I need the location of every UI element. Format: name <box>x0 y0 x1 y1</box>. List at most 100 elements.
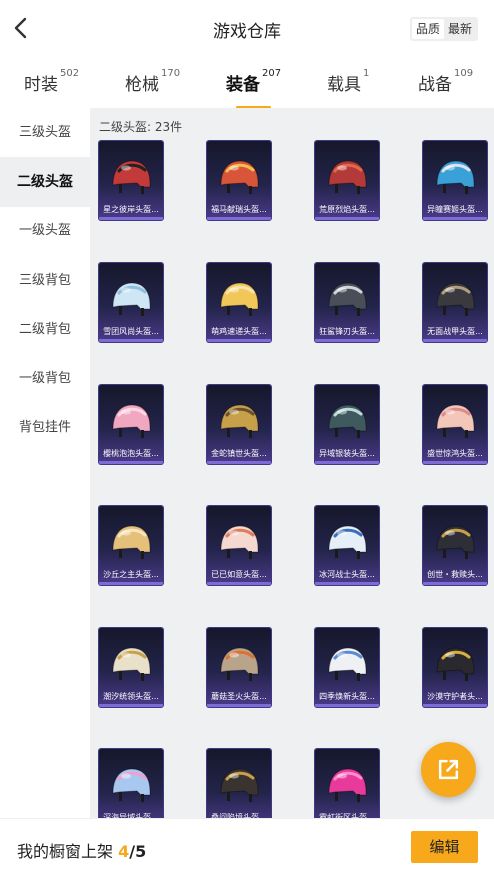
helmet-item-card[interactable]: 沙漠守护者头... <box>423 628 487 707</box>
helmet-item-name: 无面战甲头盔... <box>427 327 483 336</box>
top-bar: 游戏仓库 品质 最新 <box>0 0 494 58</box>
helmet-icon <box>112 282 151 316</box>
edit-button[interactable]: 编辑 <box>411 831 478 863</box>
helmet-icon <box>436 160 475 194</box>
bottom-bar: 我的橱窗上架 4/5 编辑 <box>0 818 494 875</box>
helmet-item-card[interactable]: 桑问陷境头盔... <box>207 749 271 818</box>
sort-option-quality[interactable]: 品质 <box>411 19 444 39</box>
helmet-item-card[interactable]: 深海异域头盔... <box>99 749 163 818</box>
tab-count: 502 <box>60 68 80 79</box>
helmet-icon <box>436 282 475 316</box>
tab-combat-gear[interactable]: 战备109 <box>418 68 474 95</box>
sidebar-item-level3-helmet[interactable]: 三级头盔 <box>0 108 90 158</box>
sort-option-latest[interactable]: 最新 <box>444 19 476 39</box>
helmet-item-name: 已已如意头盔... <box>211 570 267 579</box>
helmet-item-name: 萌鸡速递头盔... <box>211 327 267 336</box>
sidebar-item-level2-helmet[interactable]: 二级头盔 <box>0 157 90 207</box>
helmet-item-name: 冰河战士头盔... <box>319 570 375 579</box>
sidebar-item-level3-backpack[interactable]: 三级背包 <box>0 256 90 306</box>
helmet-item-card[interactable]: 潮汐统领头盔... <box>99 628 163 707</box>
showcase-max: 5 <box>135 842 147 861</box>
helmet-item-name: 异瞳赛姬头盔... <box>427 205 483 214</box>
helmet-icon <box>436 647 475 681</box>
tab-count: 1 <box>363 68 370 79</box>
helmet-icon <box>328 647 367 681</box>
helmet-item-card[interactable]: 雪团风尚头盔... <box>99 263 163 342</box>
helmet-item-card[interactable]: 异瞳赛姬头盔... <box>423 141 487 220</box>
helmet-item-card[interactable]: 星之彼岸头盔... <box>99 141 163 220</box>
helmet-icon <box>112 404 151 438</box>
helmet-item-card[interactable]: 金蛇镇世头盔... <box>207 385 271 464</box>
sidebar-item-backpack-charm[interactable]: 背包挂件 <box>0 403 90 453</box>
helmet-icon <box>328 404 367 438</box>
helmet-item-card[interactable]: 四季焕新头盔... <box>315 628 379 707</box>
helmet-item-name: 潮汐统领头盔... <box>103 692 159 701</box>
showcase-label: 我的橱窗上架 <box>17 842 114 861</box>
helmet-icon <box>220 404 259 438</box>
helmet-item-card[interactable]: 蘑菇圣火头盔... <box>207 628 271 707</box>
tab-equipment[interactable]: 装备207 <box>226 68 282 109</box>
item-grid-panel: 二级头盔: 23件 星之彼岸头盔... 福马献瑞头盔... 荒原烈焰头盔... 异瞳赛… <box>90 108 494 818</box>
helmet-item-card[interactable]: 樱桃泡泡头盔... <box>99 385 163 464</box>
helmet-icon <box>220 525 259 559</box>
share-icon <box>438 759 459 780</box>
helmet-item-card[interactable]: 福马献瑞头盔... <box>207 141 271 220</box>
helmet-item-card[interactable]: 盛世惊鸿头盔... <box>423 385 487 464</box>
helmet-icon <box>112 768 151 802</box>
sort-toggle: 品质 最新 <box>409 17 478 41</box>
helmet-item-name: 星之彼岸头盔... <box>103 205 159 214</box>
helmet-item-name: 荒原烈焰头盔... <box>319 205 375 214</box>
helmet-icon <box>328 525 367 559</box>
helmet-item-card[interactable]: 狂鲨锋刃头盔... <box>315 263 379 342</box>
helmet-item-card[interactable]: 已已如意头盔... <box>207 506 271 585</box>
helmet-item-name: 创世・救赎头... <box>427 570 483 579</box>
helmet-item-card[interactable]: 异域银装头盔... <box>315 385 379 464</box>
tab-count: 109 <box>454 68 474 79</box>
tab-label: 载具 <box>327 75 361 95</box>
section-title: 二级头盔: 23件 <box>99 120 183 134</box>
helmet-icon <box>328 160 367 194</box>
helmet-item-name: 雪团风尚头盔... <box>103 327 159 336</box>
helmet-item-name: 福马献瑞头盔... <box>211 205 267 214</box>
helmet-item-name: 沙丘之主头盔... <box>103 570 159 579</box>
helmet-item-card[interactable]: 荒原烈焰头盔... <box>315 141 379 220</box>
category-tabs: 时装502 枪械170 装备207 载具1 战备109 <box>0 58 494 109</box>
tab-count: 207 <box>262 68 282 79</box>
helmet-item-card[interactable]: 萌鸡速递头盔... <box>207 263 271 342</box>
tab-vehicles[interactable]: 载具1 <box>327 68 370 95</box>
helmet-item-name: 樱桃泡泡头盔... <box>103 449 159 458</box>
helmet-icon <box>112 525 151 559</box>
helmet-item-name: 金蛇镇世头盔... <box>211 449 267 458</box>
helmet-item-card[interactable]: 创世・救赎头... <box>423 506 487 585</box>
sidebar-item-level1-helmet[interactable]: 一级头盔 <box>0 206 90 256</box>
sub-category-sidebar: 三级头盔 二级头盔 一级头盔 三级背包 二级背包 一级背包 背包挂件 <box>0 108 90 818</box>
tab-fashion[interactable]: 时装502 <box>24 68 80 95</box>
tab-label: 枪械 <box>125 75 159 95</box>
sidebar-item-level2-backpack[interactable]: 二级背包 <box>0 305 90 355</box>
share-button[interactable] <box>421 742 476 797</box>
helmet-icon <box>436 525 475 559</box>
helmet-item-name: 盛世惊鸿头盔... <box>427 449 483 458</box>
helmet-item-name: 四季焕新头盔... <box>319 692 375 701</box>
tab-label: 装备 <box>226 75 260 95</box>
helmet-item-card[interactable]: 无面战甲头盔... <box>423 263 487 342</box>
helmet-item-name: 狂鲨锋刃头盔... <box>319 327 375 336</box>
sidebar-item-level1-backpack[interactable]: 一级背包 <box>0 354 90 404</box>
tab-weapons[interactable]: 枪械170 <box>125 68 180 95</box>
helmet-icon <box>220 282 259 316</box>
helmet-item-card[interactable]: 沙丘之主头盔... <box>99 506 163 585</box>
tab-label: 战备 <box>418 75 452 95</box>
tab-label: 时装 <box>24 75 58 95</box>
helmet-item-name: 异域银装头盔... <box>319 449 375 458</box>
helmet-icon <box>436 404 475 438</box>
helmet-item-name: 蘑菇圣火头盔... <box>211 692 267 701</box>
helmet-item-card[interactable]: 霓虹街区头盔... <box>315 749 379 818</box>
helmet-icon <box>328 282 367 316</box>
helmet-item-card[interactable]: 冰河战士头盔... <box>315 506 379 585</box>
helmet-icon <box>220 768 259 802</box>
showcase-count: 4 <box>118 842 130 861</box>
helmet-icon <box>112 647 151 681</box>
helmet-icon <box>220 647 259 681</box>
showcase-status: 我的橱窗上架 4/5 <box>17 838 146 862</box>
helmet-icon <box>112 160 151 194</box>
